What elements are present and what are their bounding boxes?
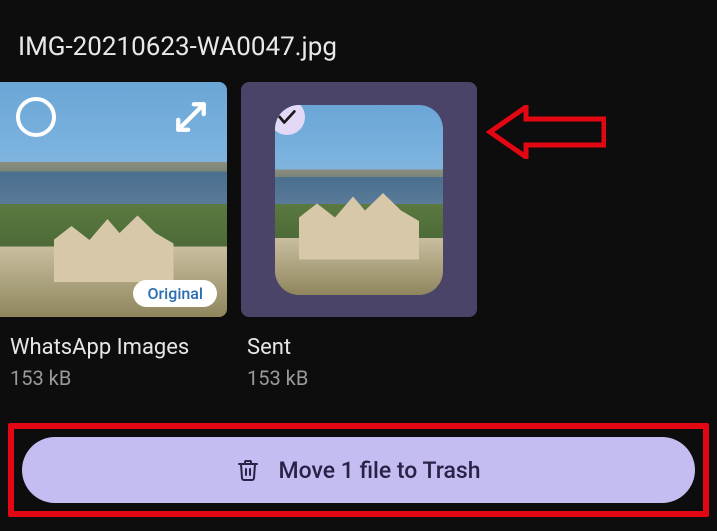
photo-placeholder-selected	[275, 105, 443, 295]
thumb-size: 153 kB	[10, 366, 227, 390]
thumb-column-sent: Sent 153 kB	[241, 82, 477, 390]
check-icon	[276, 106, 298, 128]
expand-icon[interactable]	[171, 97, 211, 137]
trash-icon	[236, 458, 260, 482]
arrow-left-icon	[486, 105, 606, 159]
thumbnail-original[interactable]: Original	[0, 82, 227, 317]
header: IMG-20210623-WA0047.jpg	[0, 0, 717, 82]
thumb-name: WhatsApp Images	[10, 335, 227, 360]
thumbnails-row: Original WhatsApp Images 153 kB Sent 153…	[0, 82, 717, 390]
thumb-name: Sent	[247, 335, 477, 360]
original-chip: Original	[133, 280, 217, 307]
select-circle-icon[interactable]	[16, 97, 56, 137]
move-to-trash-button[interactable]: Move 1 file to Trash	[22, 437, 695, 503]
thumb-meta: Sent 153 kB	[241, 317, 477, 390]
thumb-size: 153 kB	[247, 366, 477, 390]
thumbnail-sent[interactable]	[241, 82, 477, 317]
action-label: Move 1 file to Trash	[278, 457, 480, 484]
page-title: IMG-20210623-WA0047.jpg	[18, 32, 699, 62]
thumb-column-original: Original WhatsApp Images 153 kB	[0, 82, 227, 390]
thumb-meta: WhatsApp Images 153 kB	[0, 317, 227, 390]
action-highlight: Move 1 file to Trash	[8, 423, 709, 517]
